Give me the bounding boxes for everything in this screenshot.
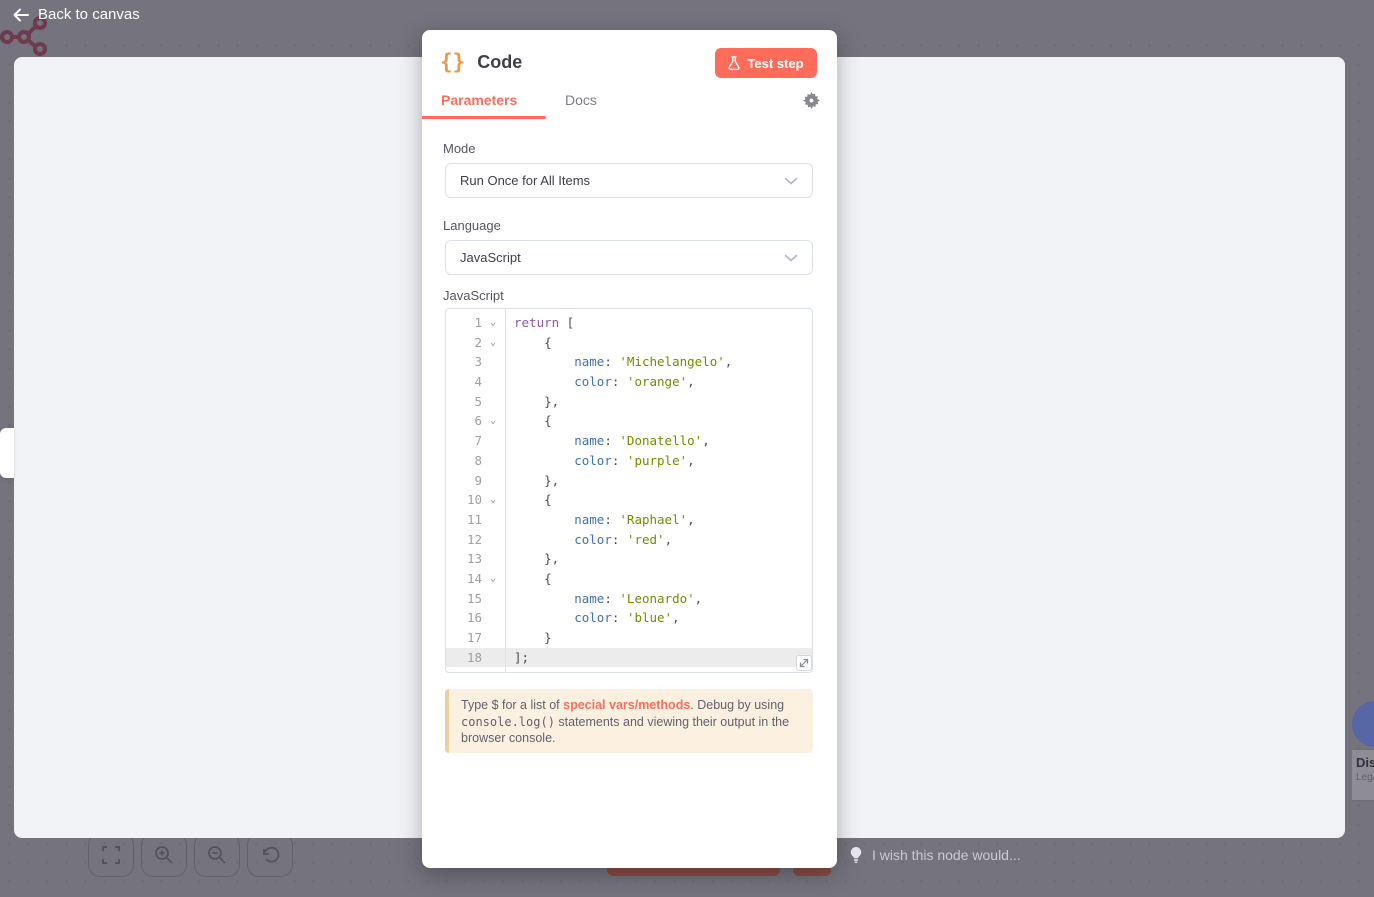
- edge-node-title: Dis: [1356, 755, 1374, 770]
- flask-icon: [728, 56, 740, 70]
- code-line[interactable]: 5 },: [446, 392, 812, 412]
- node-title-row: {} Code: [440, 50, 522, 74]
- code-line[interactable]: 1⌄return [: [446, 313, 812, 333]
- code-line[interactable]: 2⌄ {: [446, 333, 812, 353]
- reset-zoom-icon: [260, 845, 280, 865]
- mode-field-label: Mode: [443, 141, 476, 156]
- code-line[interactable]: 13 },: [446, 549, 812, 569]
- language-select[interactable]: JavaScript: [445, 240, 813, 275]
- node-feedback-row[interactable]: I wish this node would...: [849, 846, 1021, 864]
- line-number: 10: [446, 490, 482, 510]
- edge-node-subtitle: Lega: [1356, 772, 1374, 783]
- code-line[interactable]: 8 color: 'purple',: [446, 451, 812, 471]
- node-feedback-label: I wish this node would...: [872, 847, 1021, 863]
- line-number: 17: [446, 628, 482, 648]
- line-number: 5: [446, 392, 482, 412]
- editor-field-label: JavaScript: [443, 288, 504, 303]
- line-number: 15: [446, 589, 482, 609]
- lightbulb-icon: [849, 846, 863, 864]
- tab-parameters[interactable]: Parameters: [441, 92, 517, 108]
- code-line[interactable]: 14⌄ {: [446, 569, 812, 589]
- zoom-out-icon: [207, 845, 227, 865]
- hint-code: console.log(): [461, 715, 555, 729]
- code-node-icon: {}: [440, 50, 465, 74]
- mode-select[interactable]: Run Once for All Items: [445, 163, 813, 198]
- hint-text-middle: . Debug by using: [690, 698, 784, 712]
- code-line[interactable]: 9 },: [446, 471, 812, 491]
- code-line[interactable]: 18];: [446, 648, 812, 668]
- zoom-out-button[interactable]: [194, 833, 240, 877]
- back-arrow-icon: [12, 7, 30, 23]
- code-editor-lines: 1⌄return [2⌄ {3 name: 'Michelangelo',4 c…: [446, 313, 812, 667]
- edge-node-card: Dis Lega: [1352, 749, 1374, 801]
- chevron-down-icon: [784, 254, 798, 262]
- fold-chevron-icon[interactable]: ⌄: [482, 411, 504, 431]
- back-to-canvas-button[interactable]: Back to canvas: [12, 6, 140, 23]
- code-line[interactable]: 16 color: 'blue',: [446, 608, 812, 628]
- code-line[interactable]: 12 color: 'red',: [446, 530, 812, 550]
- fold-chevron-icon[interactable]: ⌄: [482, 313, 504, 333]
- fold-chevron-icon[interactable]: ⌄: [482, 490, 504, 510]
- line-number: 8: [446, 451, 482, 471]
- mode-value: Run Once for All Items: [460, 173, 590, 188]
- code-line[interactable]: 7 name: 'Donatello',: [446, 431, 812, 451]
- code-line[interactable]: 6⌄ {: [446, 411, 812, 431]
- line-number: 3: [446, 352, 482, 372]
- fit-view-icon: [101, 845, 121, 865]
- code-line[interactable]: 15 name: 'Leonardo',: [446, 589, 812, 609]
- tab-docs[interactable]: Docs: [565, 92, 597, 108]
- line-number: 14: [446, 569, 482, 589]
- reset-zoom-button[interactable]: [247, 833, 293, 877]
- code-line[interactable]: 4 color: 'orange',: [446, 372, 812, 392]
- line-number: 18: [446, 648, 482, 668]
- code-line[interactable]: 10⌄ {: [446, 490, 812, 510]
- chevron-down-icon: [784, 177, 798, 185]
- zoom-in-icon: [154, 845, 174, 865]
- line-number: 9: [446, 471, 482, 491]
- code-node-modal: {} Code Test step Parameters Docs Mode R…: [422, 30, 837, 868]
- language-field-label: Language: [443, 218, 501, 233]
- line-number: 16: [446, 608, 482, 628]
- back-to-canvas-label: Back to canvas: [38, 6, 140, 23]
- editor-hint-box: Type $ for a list of special vars/method…: [445, 689, 813, 753]
- code-editor[interactable]: 1⌄return [2⌄ {3 name: 'Michelangelo',4 c…: [445, 308, 813, 673]
- line-number: 1: [446, 313, 482, 333]
- fold-chevron-icon[interactable]: ⌄: [482, 569, 504, 589]
- line-number: 6: [446, 411, 482, 431]
- active-tab-underline: [422, 116, 546, 119]
- line-number: 13: [446, 549, 482, 569]
- fold-chevron-icon[interactable]: ⌄: [482, 333, 504, 353]
- special-vars-link[interactable]: special vars/methods: [563, 698, 690, 712]
- line-number: 2: [446, 333, 482, 353]
- panel-drag-handle[interactable]: [0, 428, 14, 478]
- language-value: JavaScript: [460, 250, 521, 265]
- code-line[interactable]: 11 name: 'Raphael',: [446, 510, 812, 530]
- line-number: 12: [446, 530, 482, 550]
- node-settings-button[interactable]: [803, 92, 820, 109]
- code-line[interactable]: 3 name: 'Michelangelo',: [446, 352, 812, 372]
- test-step-label: Test step: [747, 56, 803, 71]
- hint-text-prefix: Type $ for a list of: [461, 698, 563, 712]
- fit-view-button[interactable]: [88, 833, 134, 877]
- line-number: 11: [446, 510, 482, 530]
- gutter-divider: [505, 308, 506, 673]
- line-number: 4: [446, 372, 482, 392]
- zoom-in-button[interactable]: [141, 833, 187, 877]
- node-title[interactable]: Code: [477, 52, 522, 73]
- gear-icon: [803, 92, 820, 109]
- resize-icon: [799, 658, 809, 668]
- code-line[interactable]: 17 }: [446, 628, 812, 648]
- line-number: 7: [446, 431, 482, 451]
- test-step-button[interactable]: Test step: [715, 48, 817, 78]
- editor-resize-handle[interactable]: [796, 655, 812, 671]
